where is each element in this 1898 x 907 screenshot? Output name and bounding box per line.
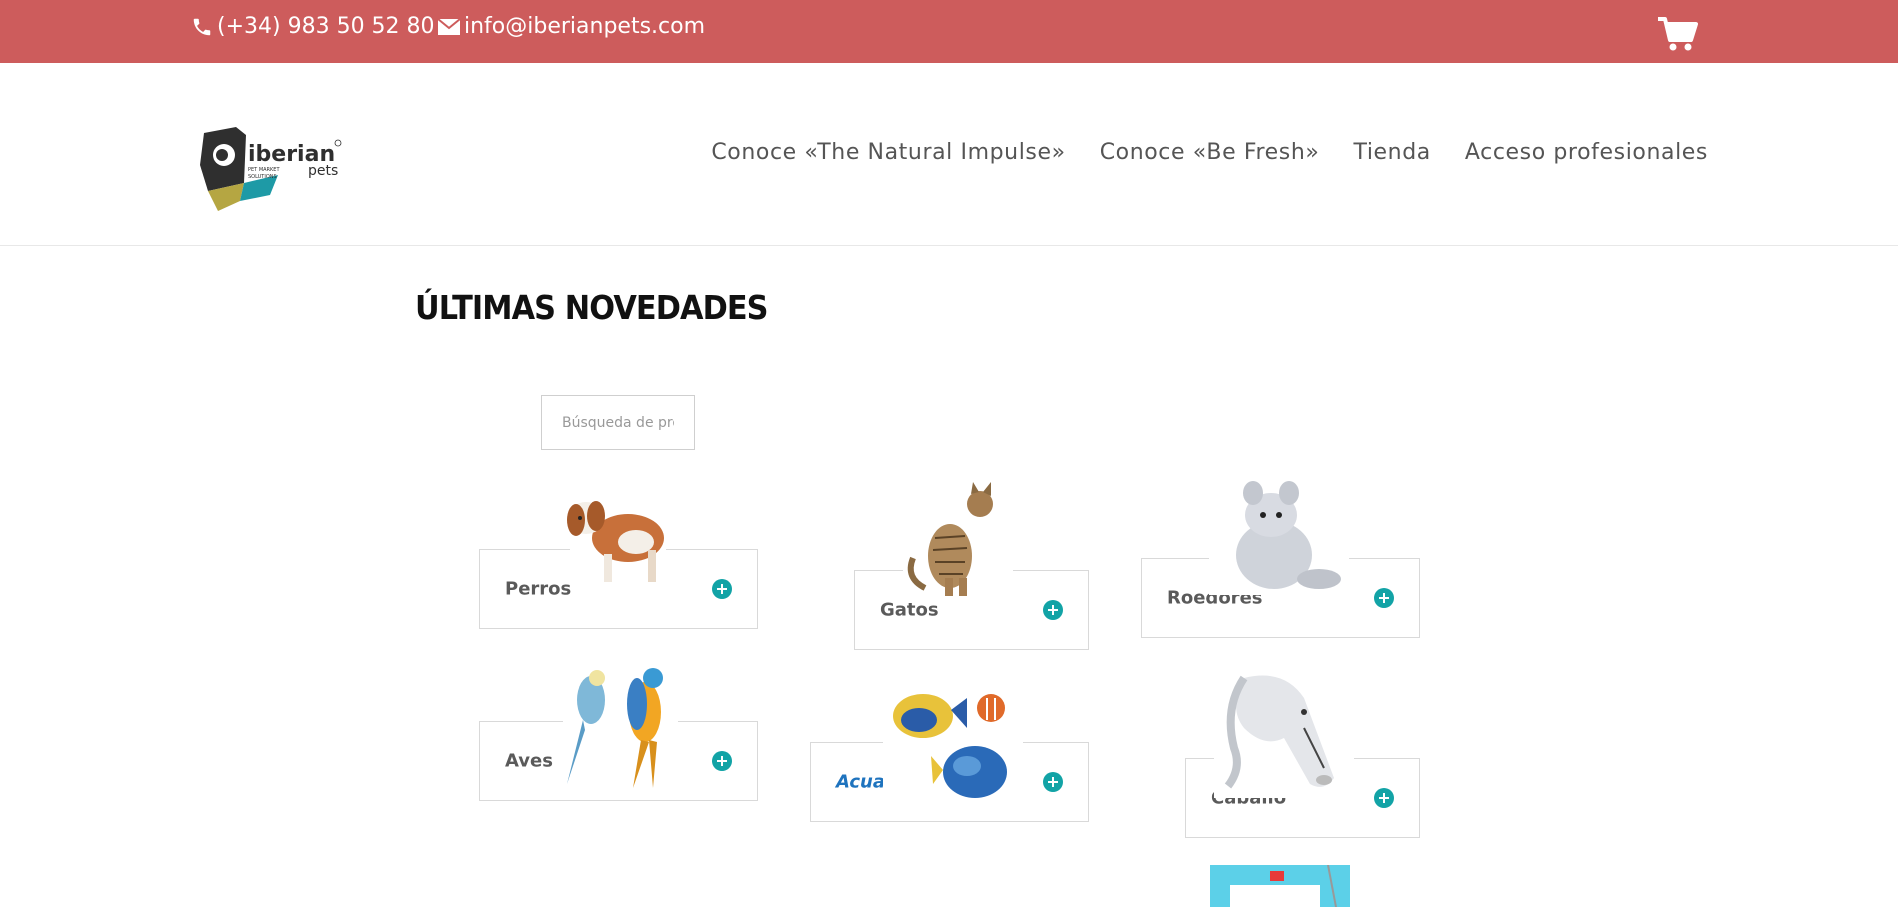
product-search-input[interactable]	[541, 395, 695, 450]
section-title: ÚLTIMAS NOVEDADES	[415, 288, 769, 327]
plus-circle-icon[interactable]	[1043, 600, 1063, 620]
fish-illustration	[883, 680, 1023, 805]
category-label: Aves	[505, 750, 553, 772]
plus-circle-icon[interactable]	[712, 751, 732, 771]
top-bar: (+34) 983 50 52 80 info@iberianpets.com	[0, 0, 1898, 63]
plus-circle-icon[interactable]	[1043, 772, 1063, 792]
nav-be-fresh[interactable]: Conoce «Be Fresh»	[1100, 140, 1320, 165]
phone-number: (+34) 983 50 52 80	[217, 14, 435, 39]
nav-natural-impulse[interactable]: Conoce «The Natural Impulse»	[711, 140, 1065, 165]
email-contact[interactable]: info@iberianpets.com	[437, 14, 705, 39]
nav-tienda[interactable]: Tienda	[1353, 140, 1430, 165]
phone-icon	[190, 15, 214, 39]
chinchilla-illustration	[1209, 475, 1349, 595]
nav-acceso-profesionales[interactable]: Acceso profesionales	[1465, 140, 1708, 165]
shopping-cart-icon[interactable]	[1656, 15, 1698, 53]
iberian-pets-logo[interactable]: iberian pets PET MARKET SOLUTIONS	[198, 125, 346, 217]
envelope-icon	[437, 15, 461, 39]
logo-tagline-2: SOLUTIONS	[248, 174, 277, 180]
horse-illustration	[1214, 668, 1354, 798]
category-label: Gatos	[880, 599, 939, 621]
email-address: info@iberianpets.com	[464, 14, 706, 39]
grooming-illustration	[1210, 865, 1350, 907]
dog-illustration	[567, 488, 666, 590]
phone-contact[interactable]: (+34) 983 50 52 80	[190, 14, 435, 39]
plus-circle-icon[interactable]	[1374, 788, 1394, 808]
parrots-illustration	[563, 660, 678, 790]
plus-circle-icon[interactable]	[712, 579, 732, 599]
plus-circle-icon[interactable]	[1374, 588, 1394, 608]
main-nav: Conoce «The Natural Impulse» Conoce «Be …	[677, 140, 1708, 165]
logo-sub: pets	[308, 163, 338, 179]
logo-tagline-1: PET MARKET	[248, 167, 280, 173]
cat-illustration	[903, 478, 1013, 598]
site-header: iberian pets PET MARKET SOLUTIONS Conoce…	[0, 63, 1898, 246]
